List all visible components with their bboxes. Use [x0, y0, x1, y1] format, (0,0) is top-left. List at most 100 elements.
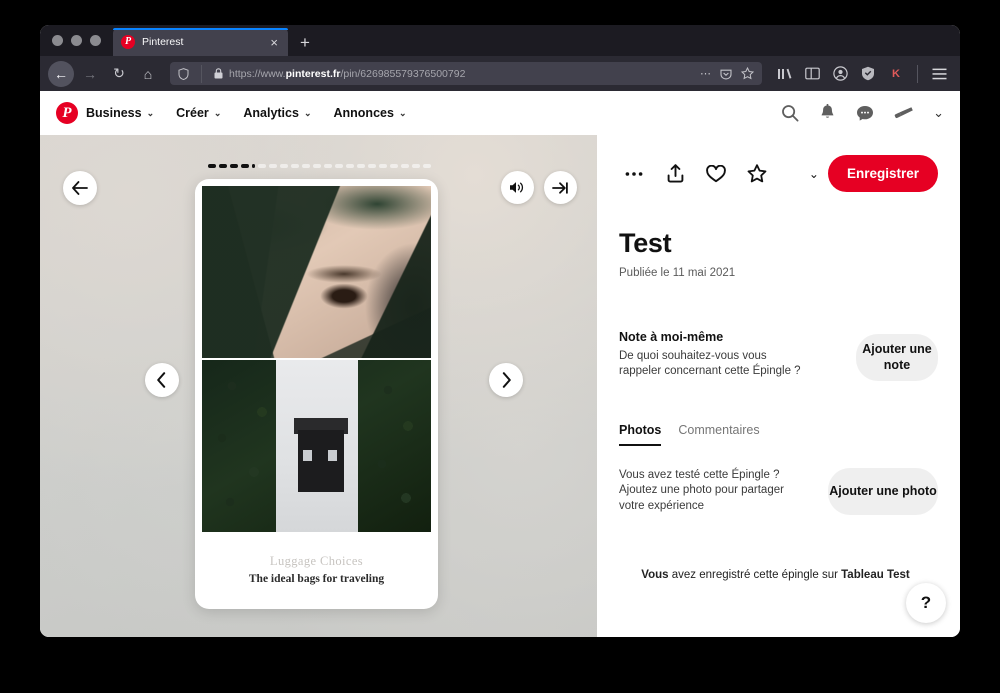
next-slide-button[interactable]: [489, 363, 523, 397]
progress-dash: [219, 164, 227, 168]
progress-dash: [357, 164, 365, 168]
tab-title: Pinterest: [142, 36, 184, 48]
save-button[interactable]: Enregistrer: [827, 155, 938, 192]
progress-dash: [379, 164, 387, 168]
story-progress-bar[interactable]: [208, 164, 431, 168]
saved-notice-board[interactable]: Tableau Test: [841, 569, 910, 581]
share-button[interactable]: [660, 159, 690, 189]
shield-extension-icon[interactable]: [855, 61, 881, 87]
toolbar-extension-icons: K: [771, 61, 952, 87]
account-chevron-icon[interactable]: ⌄: [933, 105, 944, 121]
caption-title: Luggage Choices: [269, 554, 364, 568]
progress-dash: [241, 164, 249, 168]
k-extension-icon[interactable]: K: [883, 61, 909, 87]
ads-megaphone-icon[interactable]: [894, 105, 913, 121]
progress-dash: [390, 164, 398, 168]
pinterest-logo-icon[interactable]: P: [56, 102, 78, 124]
pin-action-bar: ⌄ Enregistrer: [619, 155, 938, 192]
reload-button[interactable]: ↻: [106, 61, 132, 87]
address-divider: [201, 64, 202, 83]
progress-dash: [313, 164, 321, 168]
new-tab-button[interactable]: +: [300, 34, 310, 51]
browser-tab-pinterest[interactable]: P Pinterest ×: [113, 28, 288, 56]
note-description: De quoi souhaitez-vous vous rappeler con…: [619, 350, 801, 378]
forward-button[interactable]: →: [77, 61, 103, 87]
note-heading: Note à moi-même: [619, 330, 724, 344]
pin-card-caption: Luggage Choices The ideal bags for trave…: [202, 532, 431, 585]
progress-dash: [269, 164, 277, 168]
maximize-window-button[interactable]: [90, 35, 101, 46]
progress-dash: [291, 164, 299, 168]
favorite-heart-button[interactable]: [701, 159, 731, 189]
address-bar-icons: ⋯: [700, 67, 754, 80]
star-button[interactable]: [742, 159, 772, 189]
chevron-down-icon: ⌄: [213, 107, 222, 118]
nav-item-analytics-label: Analytics: [243, 106, 299, 120]
nav-item-analytics[interactable]: Analytics ⌄: [243, 106, 311, 120]
progress-dash: [280, 164, 288, 168]
note-to-self-section: Note à moi-même De quoi souhaitez-vous v…: [619, 330, 938, 381]
browser-toolbar: ← → ↻ ⌂ https://www.pinterest.fr/pin/626…: [40, 56, 960, 91]
help-button[interactable]: ?: [906, 583, 946, 623]
chevron-down-icon: ⌄: [146, 107, 155, 118]
lock-icon: [214, 68, 223, 79]
nav-item-business-label: Business: [86, 106, 142, 120]
progress-dash: [368, 164, 376, 168]
photos-section: Vous avez testé cette Épingle ? Ajoutez …: [619, 468, 938, 515]
nav-item-creer[interactable]: Créer ⌄: [176, 106, 221, 120]
back-button[interactable]: ←: [48, 60, 74, 87]
progress-dash: [346, 164, 354, 168]
tab-commentaires[interactable]: Commentaires: [678, 423, 759, 446]
saved-notice: Vous avez enregistré cette épingle sur T…: [619, 569, 938, 581]
home-button[interactable]: ⌂: [135, 61, 161, 87]
ellipsis-icon[interactable]: ⋯: [700, 67, 711, 80]
search-icon[interactable]: [781, 104, 799, 122]
previous-slide-button[interactable]: [145, 363, 179, 397]
pin-publish-date: Publiée le 11 mai 2021: [619, 267, 736, 279]
chevron-down-icon: ⌄: [398, 107, 407, 118]
volume-button[interactable]: [501, 171, 534, 204]
address-bar[interactable]: https://www.pinterest.fr/pin/62698557937…: [170, 62, 762, 85]
pinterest-header: P Business ⌄ Créer ⌄ Analytics ⌄ Annonce…: [40, 91, 960, 135]
progress-dash: [252, 164, 255, 168]
more-options-button[interactable]: [619, 159, 649, 189]
progress-dash: [258, 164, 266, 168]
add-note-button[interactable]: Ajouter une note: [856, 334, 938, 381]
progress-dash: [423, 164, 431, 168]
caption-subtitle: The ideal bags for traveling: [248, 573, 385, 585]
window-controls: [50, 25, 113, 56]
pin-detail-panel: ⌄ Enregistrer Test Publiée le 11 mai 202…: [597, 135, 960, 637]
pin-title: Test: [619, 228, 672, 258]
nav-item-creer-label: Créer: [176, 106, 209, 120]
nav-item-annonces[interactable]: Annonces ⌄: [334, 106, 407, 120]
pocket-icon[interactable]: [720, 68, 732, 80]
sidebar-icon[interactable]: [799, 61, 825, 87]
story-pin-card[interactable]: Luggage Choices The ideal bags for trave…: [195, 179, 438, 609]
tab-strip: P Pinterest × +: [40, 25, 960, 56]
url-text[interactable]: https://www.pinterest.fr/pin/62698557937…: [229, 68, 694, 80]
photos-description: Vous avez testé cette Épingle ? Ajoutez …: [619, 469, 784, 512]
add-photo-button[interactable]: Ajouter une photo: [828, 468, 938, 515]
browser-window: P Pinterest × + ← → ↻ ⌂ https://www.pint…: [40, 25, 960, 637]
photos-text-block: Vous avez testé cette Épingle ? Ajoutez …: [619, 468, 828, 514]
bookmark-star-icon[interactable]: [741, 67, 754, 80]
board-chevron-icon[interactable]: ⌄: [809, 167, 819, 181]
notifications-bell-icon[interactable]: [819, 104, 836, 122]
close-tab-icon[interactable]: ×: [268, 36, 280, 49]
account-icon[interactable]: [827, 61, 853, 87]
messages-icon[interactable]: [856, 105, 874, 122]
close-window-button[interactable]: [52, 35, 63, 46]
menu-icon[interactable]: [926, 61, 952, 87]
minimize-window-button[interactable]: [71, 35, 82, 46]
toolbar-divider: [917, 64, 918, 83]
nav-item-business[interactable]: Business ⌄: [86, 106, 154, 120]
library-icon[interactable]: [771, 61, 797, 87]
skip-to-end-button[interactable]: [544, 171, 577, 204]
tab-photos[interactable]: Photos: [619, 423, 662, 446]
pinterest-main-nav: Business ⌄ Créer ⌄ Analytics ⌄ Annonces …: [86, 106, 406, 120]
progress-dash: [401, 164, 409, 168]
shield-icon[interactable]: [178, 67, 189, 80]
back-arrow-button[interactable]: [63, 171, 97, 205]
pin-photo-face: [202, 186, 431, 358]
screenshot-root: P Pinterest × + ← → ↻ ⌂ https://www.pint…: [0, 0, 1000, 693]
